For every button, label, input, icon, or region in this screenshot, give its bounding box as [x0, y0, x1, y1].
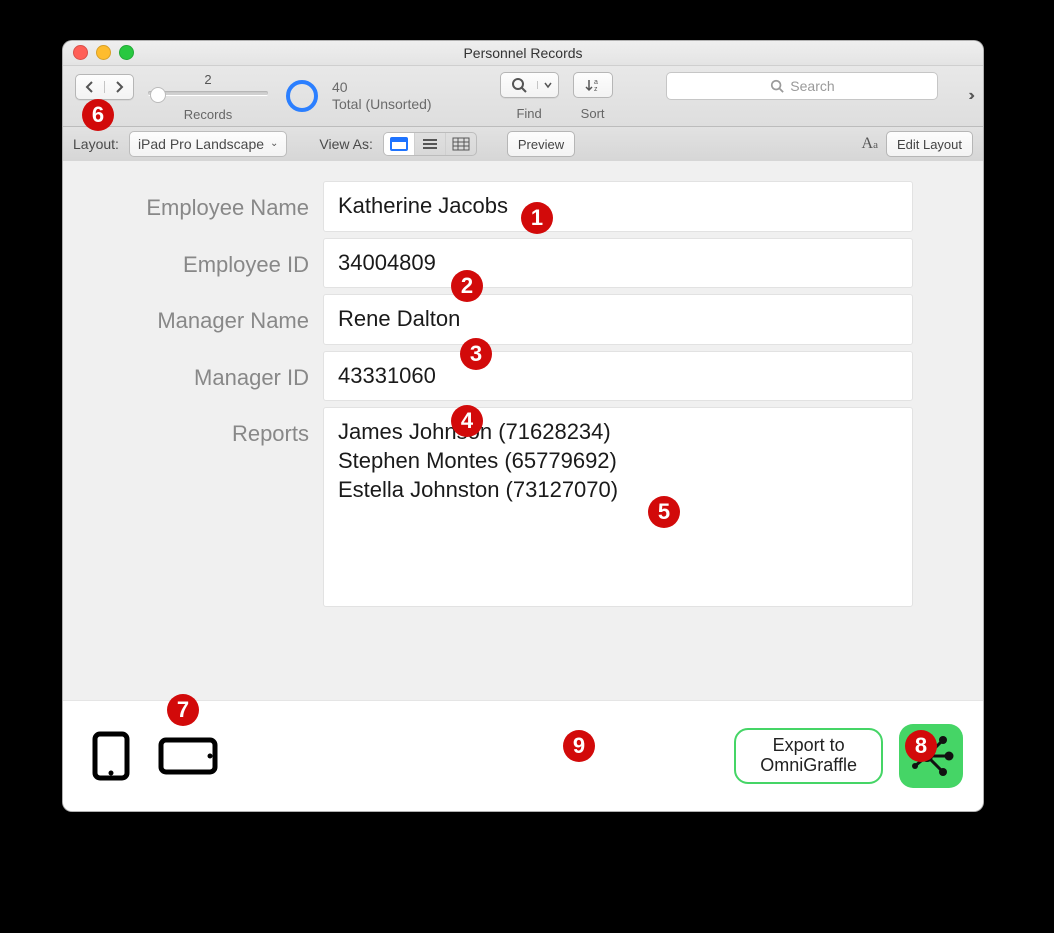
manager-id-field[interactable]: 43331060 — [323, 351, 913, 402]
view-form-button[interactable] — [384, 133, 414, 155]
close-window-button[interactable] — [73, 45, 88, 60]
record-slider: 2 Records — [148, 70, 268, 122]
find-button[interactable] — [501, 77, 537, 93]
records-label: Records — [184, 107, 232, 122]
viewas-label: View As: — [319, 136, 372, 152]
edit-layout-label: Edit Layout — [897, 137, 962, 152]
record-slider-track[interactable] — [148, 89, 268, 105]
callout-5: 5 — [648, 496, 680, 528]
manager-name-field[interactable]: Rene Dalton — [323, 294, 913, 345]
form-view-icon — [390, 137, 408, 151]
export-to-omnigraffle-button[interactable]: Export to OmniGraffle — [734, 728, 883, 784]
footer: Export to OmniGraffle — [63, 700, 983, 811]
view-table-button[interactable] — [445, 133, 476, 155]
view-mode-buttons — [383, 132, 477, 156]
manager-name-label: Manager Name — [63, 294, 323, 334]
employee-id-field[interactable]: 34004809 — [323, 238, 913, 289]
total-label: Total (Unsorted) — [332, 96, 432, 113]
find-button-group — [500, 72, 559, 98]
search-placeholder: Search — [790, 78, 834, 94]
toolbar: 2 Records 40 Total (Unsorted) Find — [63, 66, 983, 127]
ipad-landscape-icon[interactable] — [155, 732, 221, 780]
callout-4: 4 — [451, 405, 483, 437]
prev-record-button[interactable] — [76, 81, 104, 93]
callout-2: 2 — [451, 270, 483, 302]
titlebar: Personnel Records — [63, 41, 983, 66]
find-label: Find — [516, 106, 541, 121]
sort-icon: a z — [584, 77, 602, 93]
total-count: 40 — [332, 79, 432, 96]
employee-id-label: Employee ID — [63, 238, 323, 278]
sort-button[interactable]: a z — [573, 72, 613, 98]
layout-popup-value: iPad Pro Landscape — [138, 136, 264, 152]
search-icon — [511, 77, 527, 93]
device-icons — [83, 728, 221, 784]
chevron-down-icon: ⌄ — [270, 139, 278, 149]
employee-name-field[interactable]: Katherine Jacobs — [323, 181, 913, 232]
edit-layout-button[interactable]: Edit Layout — [886, 131, 973, 157]
traffic-lights — [73, 45, 134, 60]
chevron-down-icon — [544, 81, 552, 89]
layoutbar: Layout: iPad Pro Landscape ⌄ View As: Pr… — [63, 127, 983, 162]
export-label-line1: Export to — [760, 736, 857, 756]
next-record-button[interactable] — [104, 81, 133, 93]
manager-id-label: Manager ID — [63, 351, 323, 391]
table-view-icon — [452, 137, 470, 151]
record-nav-buttons — [75, 74, 134, 100]
export-label-line2: OmniGraffle — [760, 756, 857, 776]
callout-6: 6 — [82, 99, 114, 131]
text-format-button[interactable]: Aa — [862, 135, 878, 153]
callout-3: 3 — [460, 338, 492, 370]
layout-popup[interactable]: iPad Pro Landscape ⌄ — [129, 131, 287, 157]
toolbar-overflow-button[interactable]: ›› — [968, 87, 971, 105]
form-content: Employee Name Katherine Jacobs Employee … — [63, 161, 983, 701]
layout-label: Layout: — [73, 136, 119, 152]
record-number[interactable]: 2 — [204, 70, 211, 89]
callout-7: 7 — [167, 694, 199, 726]
reports-label: Reports — [63, 407, 323, 447]
svg-text:a: a — [594, 79, 598, 86]
minimize-window-button[interactable] — [96, 45, 111, 60]
list-view-icon — [421, 137, 439, 151]
ipad-portrait-icon[interactable] — [83, 728, 139, 784]
zoom-window-button[interactable] — [119, 45, 134, 60]
employee-name-label: Employee Name — [63, 181, 323, 221]
quick-search-input[interactable]: Search — [666, 72, 938, 100]
callout-8: 8 — [905, 730, 937, 762]
find-menu-button[interactable] — [537, 81, 558, 89]
callout-1: 1 — [521, 202, 553, 234]
preview-button-label: Preview — [518, 137, 564, 152]
search-icon — [770, 79, 784, 93]
preview-button[interactable]: Preview — [507, 131, 575, 157]
record-totals: 40 Total (Unsorted) — [332, 79, 432, 113]
view-list-button[interactable] — [414, 133, 445, 155]
sort-label: Sort — [581, 106, 605, 121]
callout-9: 9 — [563, 730, 595, 762]
svg-text:z: z — [594, 86, 598, 93]
reports-field[interactable]: James Johnson (71628234) Stephen Montes … — [323, 407, 913, 607]
window-title: Personnel Records — [463, 45, 582, 61]
filemaker-window: Personnel Records 2 Records — [62, 40, 984, 812]
found-set-pie-icon[interactable] — [286, 80, 318, 112]
